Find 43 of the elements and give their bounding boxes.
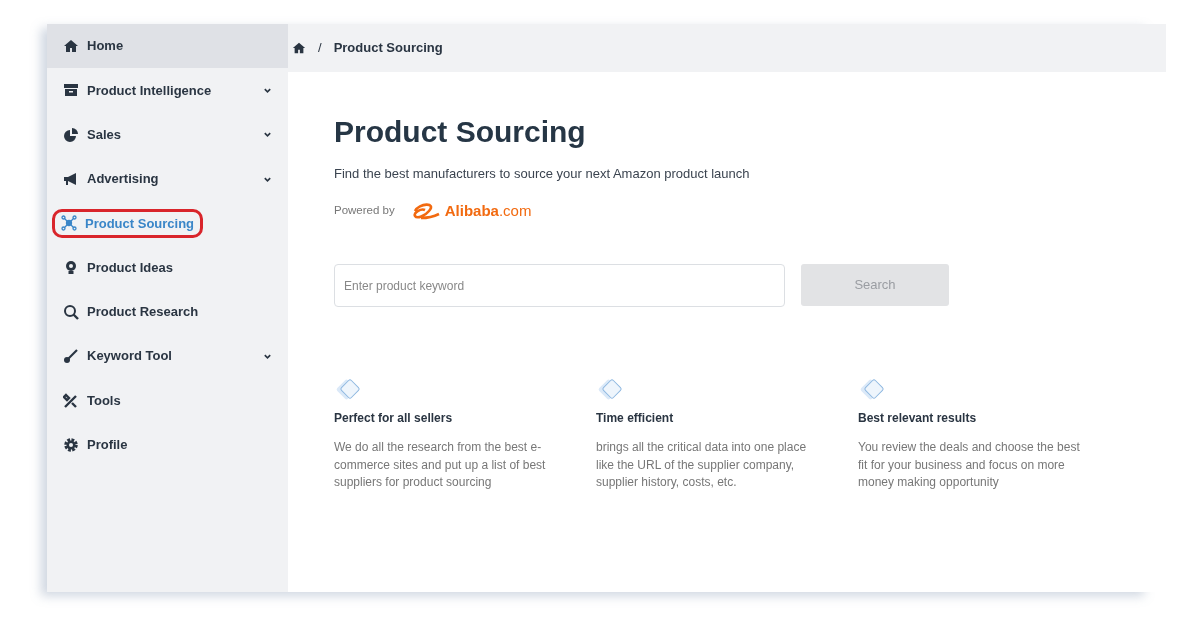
sidebar-item-label: Product Ideas bbox=[87, 258, 174, 277]
feature-description: brings all the critical data into one place like the URL of the supplier company, supplier history, costs, etc. bbox=[596, 439, 808, 491]
lightbulb-icon bbox=[63, 259, 79, 276]
home-icon bbox=[63, 38, 79, 55]
sidebar-item[interactable]: Product Sourcing bbox=[47, 201, 288, 246]
sidebar-item[interactable]: Keyword Tool bbox=[47, 334, 288, 379]
feature-title: Best relevant results bbox=[858, 410, 978, 427]
powered-by-label: Powered by bbox=[334, 203, 395, 219]
sidebar-item[interactable]: Product Ideas bbox=[47, 245, 288, 290]
sidebar-item[interactable]: Profile bbox=[47, 422, 288, 467]
sidebar-item[interactable]: Advertising bbox=[47, 156, 288, 202]
sidebar-item-label: Product Intelligence bbox=[87, 81, 213, 100]
feature-description: We do all the research from the best e-commerce sites and put up a list of best suppliers for product sourcing bbox=[334, 439, 547, 491]
sidebar-item[interactable]: Home bbox=[47, 24, 288, 69]
megaphone-icon bbox=[63, 171, 79, 188]
feature-title: Perfect for all sellers bbox=[334, 410, 454, 427]
sidebar-item[interactable]: Sales bbox=[47, 112, 288, 157]
feature-description: You review the deals and choose the best fit for your business and focus on more money making opportunity bbox=[858, 439, 1081, 491]
archive-icon bbox=[63, 82, 79, 99]
network-icon bbox=[61, 215, 77, 232]
page-subtitle: Find the best manufacturers to source your next Amazon product launch bbox=[334, 165, 751, 183]
breadcrumb-separator: / bbox=[318, 39, 322, 58]
key-icon bbox=[63, 348, 79, 365]
sidebar-item-label: Product Sourcing bbox=[85, 214, 195, 233]
feature-title: Time efficient bbox=[596, 410, 675, 427]
sidebar-item-label: Home bbox=[87, 37, 125, 56]
page-title: Product Sourcing bbox=[334, 114, 587, 150]
sidebar-item[interactable]: Tools bbox=[47, 378, 288, 423]
sidebar-item-label: Product Research bbox=[87, 303, 200, 322]
sidebar-item-label: Tools bbox=[87, 391, 122, 410]
settings-icon bbox=[63, 436, 79, 453]
pie-chart-icon bbox=[63, 126, 79, 143]
sidebar-item-label: Keyword Tool bbox=[87, 347, 173, 366]
sidebar-item-label: Sales bbox=[87, 126, 122, 144]
sidebar-item-label: Profile bbox=[87, 436, 129, 455]
alibaba-logo: Alibaba.com bbox=[410, 199, 532, 222]
breadcrumb-current: Product Sourcing bbox=[333, 39, 443, 58]
search-icon bbox=[63, 303, 79, 320]
sidebar-item[interactable]: Product Intelligence bbox=[47, 68, 288, 113]
home-icon[interactable] bbox=[292, 41, 306, 55]
sidebar-item-label: Advertising bbox=[87, 170, 160, 189]
sidebar-item[interactable]: Product Research bbox=[47, 289, 288, 335]
tools-icon bbox=[63, 392, 79, 409]
